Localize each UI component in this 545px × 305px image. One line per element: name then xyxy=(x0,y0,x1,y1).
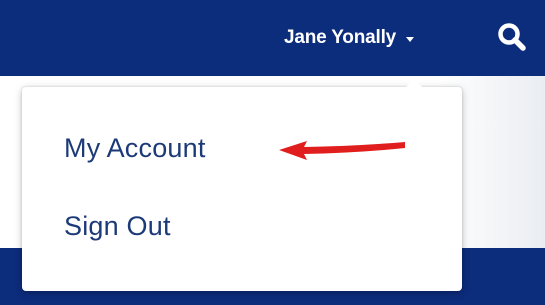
search-button[interactable] xyxy=(495,20,529,54)
red-arrow-icon xyxy=(279,141,405,160)
user-menu-toggle[interactable]: Jane Yonally xyxy=(284,0,415,76)
caret-down-icon xyxy=(406,36,415,42)
menu-item-sign-out[interactable]: Sign Out xyxy=(64,211,171,242)
dropdown-pointer xyxy=(405,79,423,88)
user-name: Jane Yonally xyxy=(284,27,397,48)
user-dropdown-menu: My Account Sign Out xyxy=(22,79,462,291)
search-icon xyxy=(498,23,526,51)
top-navigation-bar: Jane Yonally xyxy=(0,0,545,76)
menu-item-my-account[interactable]: My Account xyxy=(64,133,206,164)
